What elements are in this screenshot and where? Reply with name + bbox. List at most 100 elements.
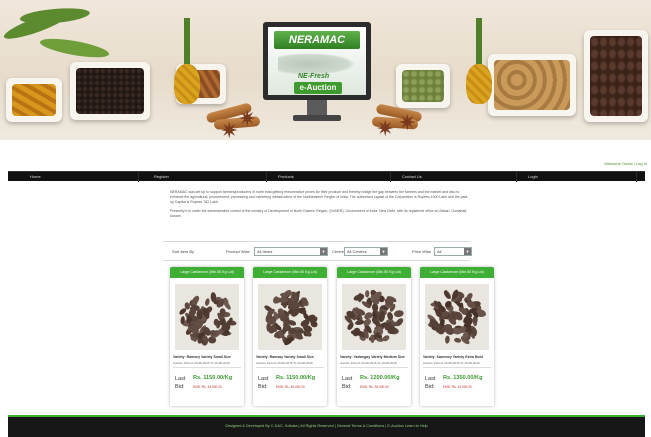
- nav-products[interactable]: Products: [278, 172, 294, 182]
- card-variety: Variety: Varlangay Variety Medium Size: [340, 355, 405, 359]
- nav-divider: [516, 172, 517, 182]
- last-label: Last: [425, 376, 436, 382]
- leaf-decoration: [38, 35, 111, 62]
- product-card[interactable]: Large Cardamom (Min.50 Kg Lot) Variety: …: [170, 267, 244, 406]
- brand-tagline: e-Auction: [294, 82, 342, 94]
- card-emd: EMD: Rs. 46,000.00: [276, 385, 305, 389]
- spice-bowl-cardamom: [396, 64, 450, 108]
- product-card[interactable]: Large Cardamom (Min.50 Kg Lot) Variety: …: [253, 267, 327, 406]
- divider: [173, 367, 241, 368]
- product-card[interactable]: Large Cardamom (Min.50 Kg Lot) Variety: …: [420, 267, 494, 406]
- divider: [340, 367, 408, 368]
- product-card[interactable]: Large Cardamom (Min.50 Kg Lot) Variety: …: [337, 267, 411, 406]
- nav-home[interactable]: Home: [30, 172, 41, 182]
- brand-logo: NERAMAC: [274, 31, 360, 49]
- nav-contact[interactable]: Contact Us: [402, 172, 422, 182]
- intro-text: NERAMAC was set up to support farmers/pr…: [170, 190, 470, 223]
- nav-login-label: Login: [528, 174, 538, 179]
- price-filter-label: Price Wise: [412, 249, 432, 254]
- cardamom-pod: [387, 311, 394, 321]
- centre-select[interactable]: All Centres ▼: [344, 247, 388, 256]
- brand-subtitle: NE-Fresh: [298, 73, 330, 80]
- spice-bowl-ginger: [488, 54, 576, 116]
- chevron-down-icon: ▼: [380, 248, 387, 255]
- divider: [163, 260, 470, 261]
- cardamom-pod: [279, 292, 291, 297]
- pineapple: [174, 64, 200, 104]
- card-emd: EMD: Rs. 15,000.00: [443, 385, 472, 389]
- region-map: [278, 53, 356, 75]
- nav-register-label: Register: [154, 174, 169, 179]
- header-banner: ✷ ✷ ✷ ✷ NERAMAC NE-Fresh e-Auction: [0, 0, 651, 140]
- sort-label: Sort Item By: [172, 249, 195, 254]
- bid-label: Bid:: [258, 384, 268, 390]
- card-title: Large Cardamom (Min.50 Kg Lot): [337, 267, 411, 278]
- pineapple: [466, 64, 492, 104]
- cardamom-image: [175, 284, 239, 350]
- footer-text[interactable]: Designed & Developed By C-DAC, Kolkata |…: [8, 424, 645, 428]
- nav-products-label: Products: [278, 174, 294, 179]
- nav-divider: [138, 172, 139, 182]
- spice-bowl-large-cardamom: [584, 30, 648, 122]
- star-anise-icon: ✷: [220, 118, 239, 141]
- price-select[interactable]: All ▼: [434, 247, 472, 256]
- main-nav: Home Register Products Contact Us Login: [8, 171, 645, 182]
- bid-label: Bid:: [175, 384, 185, 390]
- intro-paragraph-2: Presently it is under the administrative…: [170, 209, 468, 218]
- cardamom-image: [342, 284, 406, 350]
- card-period: Auction Period: 04-08-2016 To 10-08-2016: [173, 361, 230, 365]
- nav-register[interactable]: Register: [154, 172, 169, 182]
- product-select[interactable]: All Items ▼: [254, 247, 328, 256]
- divider: [256, 367, 324, 368]
- divider: [423, 367, 491, 368]
- sort-filters: Sort Item By Product Wise All Items ▼ Ce…: [172, 247, 472, 257]
- star-anise-icon: ✷: [238, 106, 257, 131]
- cardamom-pod: [445, 335, 450, 344]
- last-label: Last: [258, 376, 269, 382]
- cardamom-pod: [365, 290, 370, 298]
- monitor-bezel: NERAMAC NE-Fresh e-Auction: [263, 22, 371, 100]
- last-label: Last: [175, 376, 186, 382]
- nav-divider: [636, 172, 637, 182]
- product-filter-label: Product Wise: [226, 249, 250, 254]
- footer: Designed & Developed By C-DAC, Kolkata |…: [8, 415, 645, 437]
- card-variety: Variety: Sawnney Variety Extra Bold: [423, 355, 483, 359]
- cardamom-pods-graphic: [264, 290, 318, 346]
- cardamom-pod: [371, 303, 379, 312]
- pineapple-leaves: [172, 18, 202, 68]
- card-title: Large Cardamom (Min.50 Kg Lot): [253, 267, 327, 278]
- star-anise-icon: ✷: [376, 116, 395, 140]
- nav-divider: [266, 172, 267, 182]
- chevron-down-icon: ▼: [320, 248, 327, 255]
- bid-label: Bid:: [342, 384, 352, 390]
- card-period: Auction Period: 04-08-2016 To 10-08-2016: [423, 361, 480, 365]
- cardamom-pod: [273, 296, 279, 304]
- card-title: Large Cardamom (Min.50 Kg Lot): [420, 267, 494, 278]
- card-variety: Variety: Ramsay Variety Small Size: [256, 355, 314, 359]
- nav-home-label: Home: [30, 174, 41, 179]
- card-period: Auction Period: 04-08-2016 To 10-08-2016: [256, 361, 313, 365]
- cardamom-pods-graphic: [344, 289, 404, 343]
- bid-label: Bid:: [425, 384, 435, 390]
- card-price: Rs. 1150.00/Kg: [193, 375, 233, 381]
- card-title: Large Cardamom (Min.50 Kg Lot): [170, 267, 244, 278]
- card-price: Rs. 1350.00/Kg: [443, 375, 483, 381]
- cardamom-pod: [454, 337, 462, 343]
- cardamom-image: [258, 284, 322, 350]
- nav-login[interactable]: Login: [528, 172, 538, 182]
- card-emd: EMD: Rs. 34,500.00: [193, 385, 222, 389]
- monitor-base: [293, 115, 341, 121]
- intro-paragraph-1: NERAMAC was set up to support farmers/pr…: [170, 190, 469, 204]
- cardamom-pods-graphic: [427, 289, 486, 345]
- cardamom-pod: [393, 310, 404, 318]
- cardamom-image: [425, 284, 489, 350]
- cardamom-pod: [205, 298, 210, 306]
- centre-select-value: All Centres: [347, 249, 367, 254]
- card-price: Rs. 1150.00/Kg: [276, 375, 316, 381]
- cardamom-pod: [354, 320, 365, 325]
- card-period: Auction Period: 04-08-2016 To 10-08-2016: [340, 361, 397, 365]
- welcome-text[interactable]: Welcome Guest | Log In: [604, 161, 647, 166]
- nav-divider: [390, 172, 391, 182]
- spice-bowl-pepper: [70, 62, 150, 120]
- monitor-stand: [307, 100, 327, 116]
